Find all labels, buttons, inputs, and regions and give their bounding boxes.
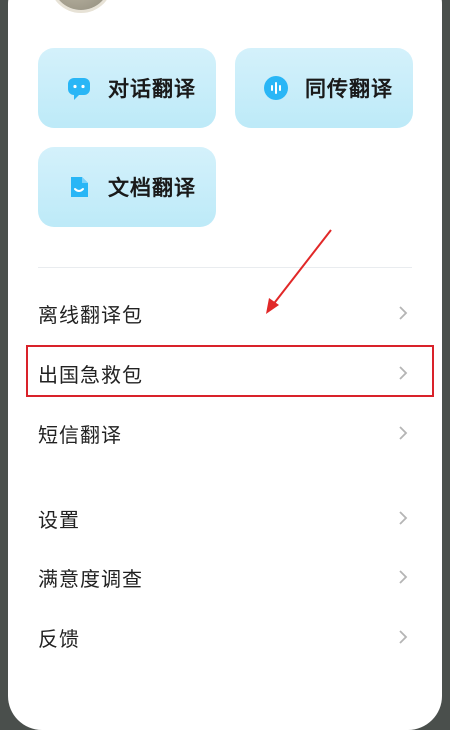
annotation-arrow-icon — [266, 229, 332, 314]
